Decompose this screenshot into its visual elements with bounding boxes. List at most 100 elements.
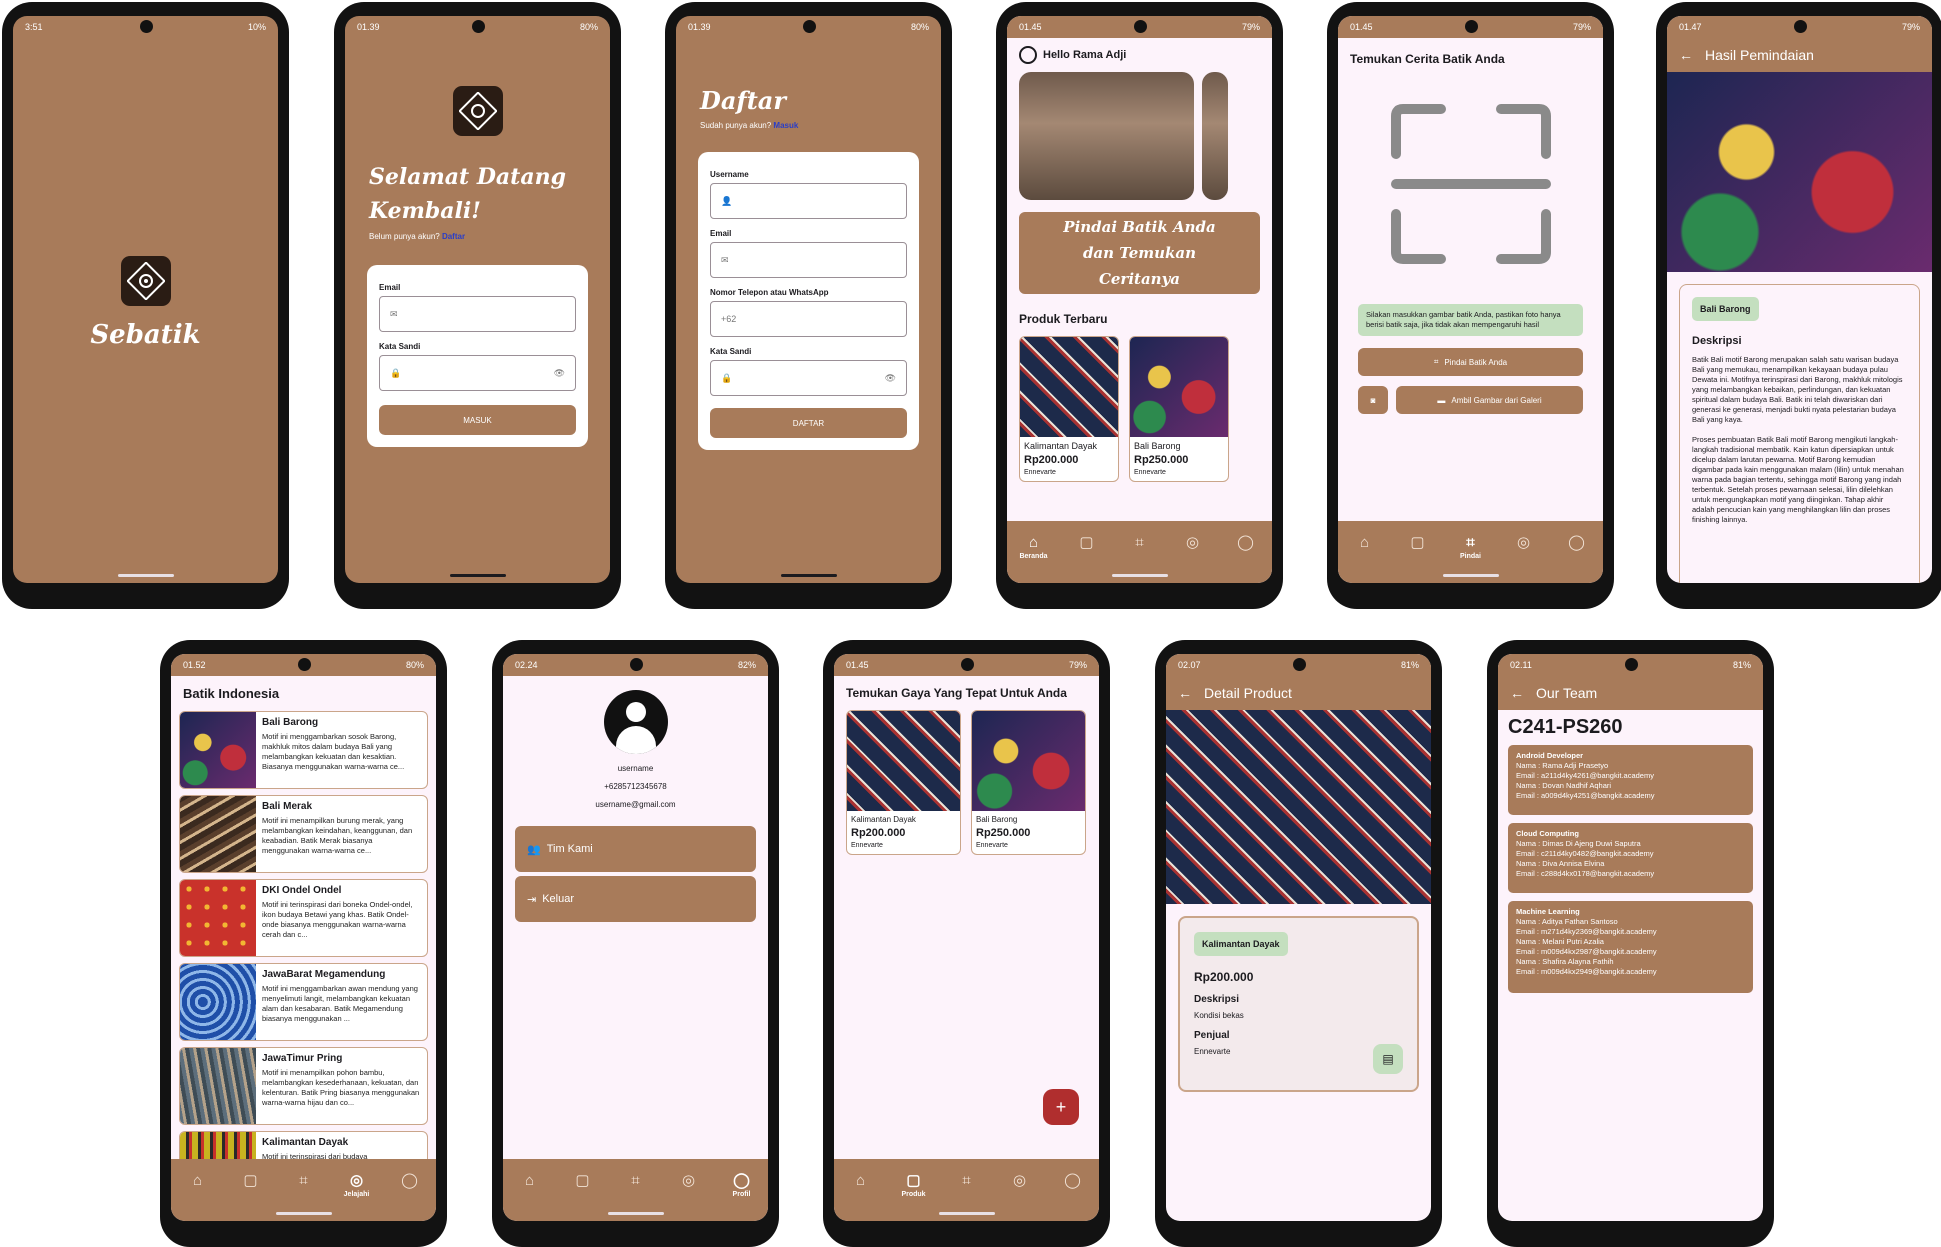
nav-shop[interactable]: ▢ — [1067, 535, 1107, 550]
status-battery: 81% — [1400, 660, 1419, 670]
scan-icon: ⌗ — [1433, 357, 1439, 366]
nav-explore[interactable]: ◎ — [1504, 535, 1544, 550]
home-icon: ⌂ — [1028, 534, 1039, 551]
result-image — [1667, 72, 1932, 272]
nav-scan[interactable]: ⌗ — [947, 1173, 987, 1188]
member-name: Nama : Diva Annisa Elvina — [1516, 859, 1605, 868]
lock-icon: 🔒 — [390, 367, 402, 378]
nav-shop[interactable]: ▢ — [231, 1173, 271, 1188]
product-price: Rp250.000 — [1134, 454, 1189, 466]
list-item[interactable]: DKI Ondel Ondel Motif ini terinspirasi da… — [179, 879, 428, 957]
compass-icon: ◎ — [1012, 1172, 1027, 1189]
product-name: Bali Barong — [976, 815, 1018, 824]
item-desc: Motif ini menampilkan pohon bambu, melam… — [262, 1068, 420, 1107]
list-item[interactable]: JawaTimur Pring Motif ini menampilkan poh… — [179, 1047, 428, 1125]
team-button[interactable]: 👥 Tim Kami — [515, 826, 756, 872]
product-card[interactable]: Kalimantan Dayak Rp200.000 Ennevarte — [1019, 336, 1119, 482]
page-title: Temukan Gaya Yang Tepat Untuk Anda — [846, 686, 1067, 700]
product-card[interactable]: Bali Barong Rp250.000 Ennevarte — [1129, 336, 1229, 482]
nav-profile[interactable]: ◯ — [1226, 535, 1266, 550]
member-email: Email : a211d4ky4261@bangkit.academy — [1516, 771, 1654, 780]
team-button-label: Tim Kami — [546, 843, 593, 855]
login-link[interactable]: Masuk — [773, 121, 798, 130]
scan-icon: ⌗ — [1135, 534, 1144, 551]
avatar-icon[interactable] — [1019, 46, 1037, 64]
nav-home[interactable]: ⌂ — [178, 1173, 218, 1188]
nav-scan[interactable]: ⌗ Pindai — [1451, 535, 1491, 560]
email-label: Email — [710, 229, 732, 238]
add-product-fab[interactable]: + — [1043, 1089, 1079, 1125]
nav-home[interactable]: ⌂ — [510, 1173, 550, 1188]
nav-scan[interactable]: ⌗ — [616, 1173, 656, 1188]
camera-button[interactable]: ◙ — [1358, 386, 1388, 414]
gallery-button[interactable]: ▬ Ambil Gambar dari Galeri — [1396, 386, 1583, 414]
back-arrow-icon[interactable]: ← — [1510, 685, 1524, 701]
password-input[interactable]: 🔒 👁 — [710, 360, 907, 396]
status-battery: 80% — [405, 660, 424, 670]
home-icon: ⌂ — [192, 1172, 203, 1189]
nav-profile-label: Profil — [732, 1191, 751, 1198]
scan-banner[interactable]: Pindai Batik Anda dan Temukan Ceritanya — [1019, 212, 1260, 294]
status-time: 01.52 — [183, 660, 206, 670]
login-button[interactable]: MASUK — [379, 405, 576, 435]
nav-profile[interactable]: ◯ — [390, 1173, 430, 1188]
back-arrow-icon[interactable]: ← — [1679, 47, 1693, 63]
product-image — [972, 711, 1085, 811]
nav-scan[interactable]: ⌗ — [1120, 535, 1160, 550]
status-battery: 79% — [1901, 22, 1920, 32]
email-input[interactable]: ✉ — [379, 296, 576, 332]
product-card[interactable]: Bali Barong Rp250.000 Ennevarte — [971, 710, 1086, 855]
password-input[interactable]: 🔒 👁 — [379, 355, 576, 391]
home-icon: ⌂ — [524, 1172, 535, 1189]
item-title: Bali Barong — [262, 717, 319, 728]
nav-home[interactable]: ⌂ — [1345, 535, 1385, 550]
nav-explore[interactable]: ◎ — [1000, 1173, 1040, 1188]
item-desc: Motif ini menggambarkan sosok Barong, ma… — [262, 732, 405, 771]
nav-profile[interactable]: ◯ — [1053, 1173, 1093, 1188]
eye-icon[interactable]: 👁 — [554, 368, 565, 379]
username-input[interactable]: 👤 — [710, 183, 907, 219]
mail-icon: ✉ — [721, 254, 729, 265]
product-card[interactable]: Kalimantan Dayak Rp200.000 Ennevarte — [846, 710, 961, 855]
register-button[interactable]: DAFTAR — [710, 408, 907, 438]
mail-icon: ✉ — [390, 308, 398, 319]
scan-icon: ⌗ — [299, 1172, 308, 1189]
chat-button[interactable]: ▤ — [1373, 1044, 1403, 1074]
nav-home[interactable]: ⌂ Beranda — [1014, 535, 1054, 560]
logout-button[interactable]: ⇥ Keluar — [515, 876, 756, 922]
person-icon: ◯ — [1568, 534, 1585, 551]
phone-profile: 02.24 82% username +6285712345678 usernam… — [492, 640, 779, 1247]
scan-button[interactable]: ⌗ Pindai Batik Anda — [1358, 348, 1583, 376]
bag-icon: ▢ — [243, 1172, 258, 1189]
list-item[interactable]: Bali Barong Motif ini menggambarkan sosok… — [179, 711, 428, 789]
description-title: Deskripsi — [1194, 994, 1240, 1005]
register-link[interactable]: Daftar — [442, 232, 465, 241]
list-item[interactable]: Bali Merak Motif ini menampilkan burung m… — [179, 795, 428, 873]
profile-avatar-icon — [603, 690, 668, 754]
nav-explore[interactable]: ◎ Jelajahi — [337, 1173, 377, 1198]
compass-icon: ◎ — [349, 1172, 364, 1189]
team-id: C241-PS260 — [1508, 716, 1623, 738]
nav-shop[interactable]: ▢ Produk — [894, 1173, 934, 1198]
item-desc: Motif ini terinspirasi dari boneka Ondel… — [262, 900, 413, 939]
nav-profile[interactable]: ◯ — [1557, 535, 1597, 550]
nav-shop[interactable]: ▢ — [563, 1173, 603, 1188]
team-role: Machine Learning — [1516, 907, 1580, 916]
email-input[interactable]: ✉ — [710, 242, 907, 278]
back-arrow-icon[interactable]: ← — [1178, 685, 1192, 701]
phone-input[interactable]: +62 — [710, 301, 907, 337]
nav-shop[interactable]: ▢ — [1398, 535, 1438, 550]
status-time: 02.11 — [1510, 660, 1532, 670]
item-title: DKI Ondel Ondel — [262, 885, 342, 896]
nav-home[interactable]: ⌂ — [841, 1173, 881, 1188]
nav-profile[interactable]: ◯ Profil — [722, 1173, 762, 1198]
eye-icon[interactable]: 👁 — [885, 373, 896, 384]
member-email: Email : c211d4ky0482@bangkit.academy — [1516, 849, 1654, 858]
nav-scan[interactable]: ⌗ — [284, 1173, 324, 1188]
item-desc: Motif ini menggambarkan awan mendung yan… — [262, 984, 418, 1023]
nav-explore[interactable]: ◎ — [669, 1173, 709, 1188]
phone-placeholder: +62 — [721, 314, 737, 324]
list-item[interactable]: JawaBarat Megamendung Motif ini menggamba… — [179, 963, 428, 1041]
nav-explore[interactable]: ◎ — [1173, 535, 1213, 550]
member-name: Nama : Dovan Nadhif Aqhari — [1516, 781, 1612, 790]
